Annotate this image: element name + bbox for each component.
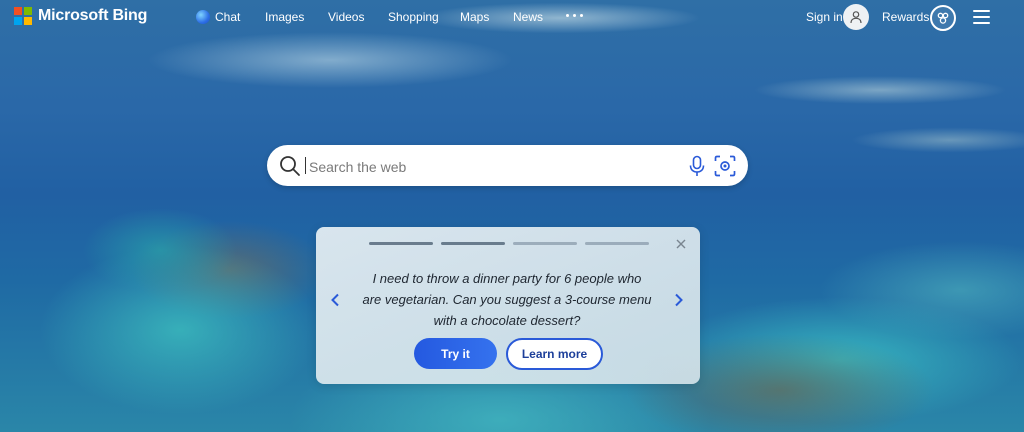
progress-segment [513,242,577,245]
progress-segment [369,242,433,245]
avatar[interactable] [843,4,869,30]
nav-item-videos[interactable]: Videos [328,10,364,24]
more-dots-icon[interactable] [566,14,583,17]
rewards-link[interactable]: Rewards [882,10,929,24]
nav-item-label: Images [265,10,305,24]
try-it-button[interactable]: Try it [414,338,497,369]
chevron-left-icon[interactable] [330,293,340,307]
brand-name: Microsoft Bing [38,7,148,24]
sign-in-link[interactable]: Sign in [806,10,843,24]
microphone-icon[interactable] [688,155,706,177]
nav-item-label: Videos [328,10,365,24]
suggestion-card: I need to throw a dinner party for 6 peo… [316,227,700,384]
suggestion-prompt[interactable]: I need to throw a dinner party for 6 peo… [362,268,652,331]
nav-item-label: Shopping [388,10,439,24]
nav-item-news[interactable]: News [513,10,543,24]
copilot-icon [196,10,210,24]
progress-segment [585,242,649,245]
hamburger-menu-icon[interactable] [973,10,990,24]
search-icon[interactable] [279,155,301,177]
nav-item-chat[interactable]: Chat [196,10,241,24]
close-icon[interactable] [675,238,687,250]
nav-item-label: News [513,10,544,24]
nav-item-shopping[interactable]: Shopping [388,10,439,24]
bing-logo[interactable]: Microsoft Bing [14,6,147,26]
microsoft-logo-icon [14,7,32,25]
rewards-trophy-icon[interactable] [930,5,956,31]
text-cursor [305,157,306,174]
nav-item-label: Maps [460,10,490,24]
search-input[interactable] [307,153,671,180]
visual-search-icon[interactable] [714,155,736,177]
top-bar: Microsoft Bing Chat Images Videos Shoppi… [0,0,1024,34]
progress-segment [441,242,505,245]
chevron-right-icon[interactable] [674,293,684,307]
nav-item-label: Chat [215,10,241,24]
medal-icon [937,12,949,24]
learn-more-button[interactable]: Learn more [506,338,603,370]
nav-item-maps[interactable]: Maps [460,10,489,24]
nav-item-images[interactable]: Images [265,10,304,24]
user-icon [850,11,862,24]
search-box [267,145,748,186]
